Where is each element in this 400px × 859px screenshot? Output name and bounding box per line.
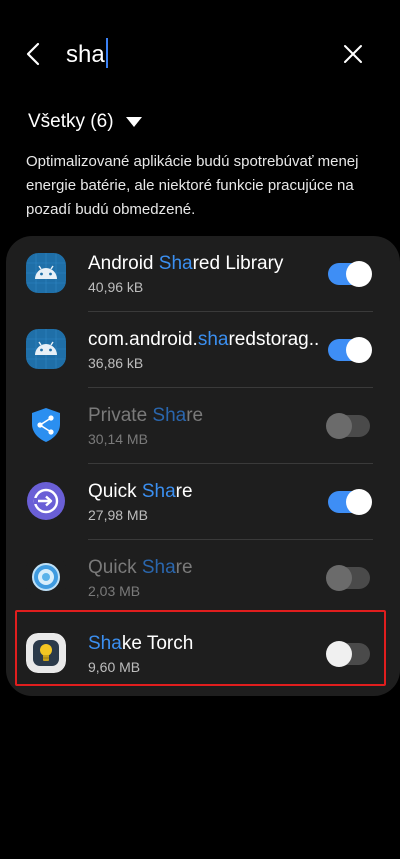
- optimize-toggle[interactable]: [326, 413, 370, 439]
- app-name: Private Share: [88, 405, 204, 426]
- app-size: 27,98 MB: [88, 507, 148, 523]
- text-cursor: [105, 38, 108, 68]
- filter-label: Všetky (6): [28, 111, 114, 132]
- optimize-toggle[interactable]: [328, 489, 372, 515]
- search-query: sha: [66, 41, 105, 68]
- toggle-knob: [346, 261, 372, 287]
- close-icon[interactable]: [340, 41, 366, 67]
- dropdown-arrow-icon: [125, 117, 142, 127]
- selection-highlight: [15, 610, 386, 686]
- app-size: 30,14 MB: [88, 431, 148, 447]
- list-item[interactable]: Quick Share 27,98 MB: [6, 464, 400, 540]
- list-item[interactable]: Private Share 30,14 MB: [6, 388, 400, 464]
- app-size: 36,86 kB: [88, 355, 144, 371]
- app-name: com.android.sharedstorag..: [88, 329, 320, 350]
- list-item[interactable]: Quick Share 2,03 MB: [6, 540, 400, 616]
- toggle-knob: [326, 413, 352, 439]
- description-text: Optimalizované aplikácie budú spotrebúva…: [26, 153, 359, 218]
- back-arrow-icon[interactable]: [22, 40, 48, 68]
- quick-share-legacy-icon: [26, 557, 66, 597]
- android-icon: [26, 253, 66, 293]
- search-input[interactable]: sha: [66, 38, 108, 69]
- list-item[interactable]: Android Shared Library 40,96 kB: [6, 236, 400, 312]
- toggle-knob: [346, 489, 372, 515]
- android-icon: [26, 329, 66, 369]
- private-share-icon: [26, 405, 66, 445]
- app-name: Android Shared Library: [88, 253, 284, 274]
- optimize-toggle[interactable]: [328, 337, 372, 363]
- list-item[interactable]: com.android.sharedstorag.. 36,86 kB: [6, 312, 400, 388]
- toggle-knob: [326, 565, 352, 591]
- optimize-toggle[interactable]: [328, 261, 372, 287]
- app-name: Quick Share: [88, 481, 193, 502]
- app-size: 40,96 kB: [88, 279, 144, 295]
- app-name: Quick Share: [88, 557, 193, 578]
- toggle-knob: [346, 337, 372, 363]
- app-size: 2,03 MB: [88, 583, 141, 599]
- search-header: sha: [0, 0, 400, 110]
- filter-dropdown[interactable]: Všetky (6): [28, 108, 142, 136]
- optimize-toggle[interactable]: [326, 565, 370, 591]
- quick-share-icon: [26, 481, 66, 521]
